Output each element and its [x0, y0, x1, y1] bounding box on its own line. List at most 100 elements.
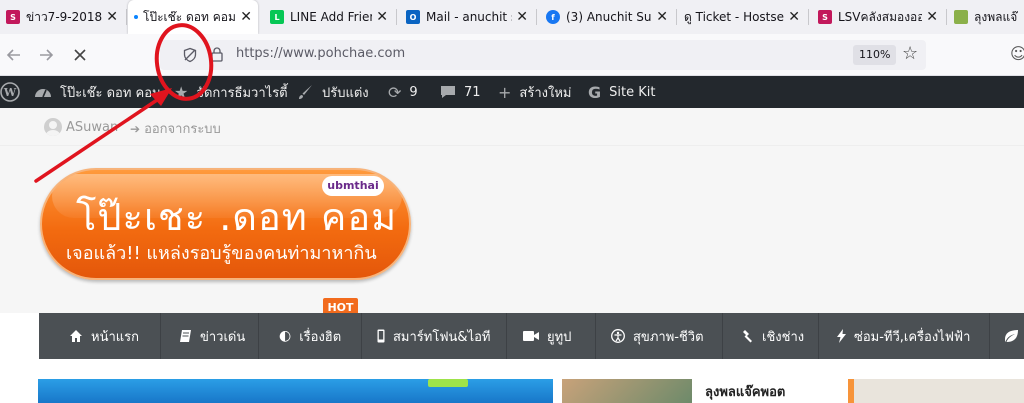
tab-pohchae[interactable]: โป๊ะเช๊ะ ดอท คอม ✕: [128, 0, 258, 34]
stop-icon[interactable]: [68, 43, 92, 67]
url-text[interactable]: https://www.pohchae.com: [236, 46, 405, 61]
url-bar[interactable]: https://www.pohchae.com 110% ☆: [160, 40, 926, 70]
tab-lsv[interactable]: S LSVคลังสมองออน ✕: [812, 0, 944, 34]
menu-item-hot[interactable]: ◐ เรื่องฮิต: [279, 313, 341, 359]
adminbar-new[interactable]: + สร้างใหม่: [498, 76, 571, 108]
adminbar-customize[interactable]: ปรับแต่ง: [298, 76, 369, 108]
logout-link[interactable]: ➔ ออกจากระบบ: [130, 118, 221, 139]
logo-badge: ubmthai: [322, 176, 384, 196]
close-icon[interactable]: ✕: [240, 9, 252, 25]
tab-news[interactable]: S ข่าว7-9-2018 ✕: [0, 0, 124, 34]
menu-label: สุขภาพ-ชีวิต: [633, 329, 704, 345]
post-thumbnail[interactable]: [848, 379, 1024, 403]
tab-title: ข่าว7-9-2018: [26, 9, 103, 24]
ls-icon: S: [6, 10, 20, 24]
close-icon[interactable]: ✕: [376, 9, 388, 25]
tab-lungpon[interactable]: ลุงพลแจ๊คพ: [948, 0, 1024, 34]
close-icon[interactable]: ✕: [516, 9, 528, 25]
menu-item-craft[interactable]: เชิงช่าง: [739, 313, 804, 359]
tab-title: LINE Add Friend: [290, 10, 372, 24]
adminbar-site-name[interactable]: โป๊ะเช๊ะ ดอท คอม: [34, 76, 161, 108]
google-g-icon: G: [588, 82, 602, 102]
zoom-level-button[interactable]: 110%: [853, 45, 897, 65]
adminbar-comments[interactable]: 71: [440, 76, 481, 108]
tab-divider: [126, 9, 127, 25]
user-row: ASuwan ➔ ออกจากระบบ: [0, 108, 1024, 146]
tab-divider: [676, 9, 677, 25]
content-preview: ลุงพลแจ๊คพอต: [0, 359, 1024, 403]
menu-item-repair[interactable]: ซ่อม-ทีวี,เครื่องไฟฟ้า: [837, 313, 970, 359]
comments-count: 71: [464, 84, 481, 100]
facebook-icon: f: [546, 10, 560, 24]
user-profile-link[interactable]: ASuwan: [44, 118, 118, 136]
adminbar-customizer[interactable]: ★ จัดการธีมวาไรตี้: [174, 76, 288, 108]
tab-title: ลุงพลแจ๊คพ: [974, 9, 1018, 24]
post-thumbnail[interactable]: [562, 379, 692, 403]
accessibility-icon: [611, 329, 625, 343]
menu-item-home[interactable]: หน้าแรก: [69, 313, 139, 359]
updates-count: 9: [409, 84, 418, 100]
customizer-label: จัดการธีมวาไรตี้: [196, 85, 288, 101]
tab-divider: [536, 9, 537, 25]
menu-label: หน้าแรก: [91, 329, 139, 345]
close-icon[interactable]: ✕: [656, 9, 668, 25]
half-circle-icon: ◐: [279, 328, 292, 344]
logo-tagline: เจอแล้ว!! แหล่งรอบรู้ของคนท่ามาหากิน: [66, 243, 377, 264]
tab-title: (3) Anuchit Suw: [566, 10, 653, 24]
adminbar-updates[interactable]: ⟳ 9: [388, 76, 418, 108]
navigation-bar: https://www.pohchae.com 110% ☆ ☺: [0, 34, 1024, 76]
logout-icon: ➔: [130, 121, 141, 136]
menu-label: เรื่องฮิต: [299, 329, 342, 345]
bookmark-star-icon[interactable]: ☆: [902, 43, 918, 64]
tab-facebook[interactable]: f (3) Anuchit Suw ✕: [540, 0, 674, 34]
brush-icon: [298, 84, 314, 100]
wp-admin-bar: W โป๊ะเช๊ะ ดอท คอม ★ จัดการธีมวาไรตี้ ปร…: [0, 76, 1024, 108]
menu-item-leaf[interactable]: [1003, 313, 1024, 359]
tracking-protection-shield-icon[interactable]: [182, 47, 198, 67]
post-title-link[interactable]: ลุงพลแจ๊คพอต: [705, 381, 785, 402]
new-label: สร้างใหม่: [519, 85, 572, 101]
hammer-icon: [739, 329, 754, 344]
tab-divider: [808, 9, 809, 25]
tab-line[interactable]: L LINE Add Friend ✕: [264, 0, 394, 34]
site-header: โป๊ะเชะ .ดอท คอม เจอแล้ว!! แหล่งรอบรู้ขอ…: [0, 146, 1024, 313]
tab-mail[interactable]: O Mail - anuchit su ✕: [400, 0, 534, 34]
avatar: [44, 118, 62, 136]
tab-title: Mail - anuchit su: [426, 10, 512, 24]
leaf-icon: [1003, 329, 1019, 343]
video-icon: [523, 330, 539, 342]
plus-icon: +: [498, 82, 512, 102]
menu-item-news[interactable]: ข่าวเด่น: [179, 313, 245, 359]
username: ASuwan: [66, 119, 119, 135]
adminbar-sitekit[interactable]: G Site Kit: [588, 76, 655, 108]
tab-ticket[interactable]: ดู Ticket - Hostseven ✕: [678, 0, 806, 34]
extensions-icon[interactable]: ☺: [1010, 44, 1024, 63]
tab-title: LSVคลังสมองออน: [838, 9, 923, 24]
menu-divider: [818, 313, 819, 359]
browser-window: S ข่าว7-9-2018 ✕ โป๊ะเช๊ะ ดอท คอม ✕ L LI…: [0, 0, 1024, 403]
menu-item-smartphone[interactable]: สมาร์ทโฟน&ไอที: [377, 313, 490, 359]
book-icon: [179, 329, 192, 343]
svg-text:W: W: [3, 86, 17, 99]
main-menu: หน้าแรก ข่าวเด่น ◐ เรื่องฮิต สมาร์ทโฟน&ไ…: [39, 313, 1024, 359]
close-icon[interactable]: ✕: [926, 9, 938, 25]
featured-post-image[interactable]: [38, 379, 553, 403]
close-icon[interactable]: ✕: [788, 9, 800, 25]
site-logo[interactable]: โป๊ะเชะ .ดอท คอม เจอแล้ว!! แหล่งรอบรู้ขอ…: [40, 168, 411, 280]
wordpress-logo-icon[interactable]: W: [0, 76, 20, 108]
menu-label: ข่าวเด่น: [200, 329, 246, 345]
back-arrow-icon[interactable]: [2, 43, 26, 67]
refresh-icon: ⟳: [388, 82, 402, 102]
ls-icon: S: [818, 10, 832, 24]
page-icon: [954, 10, 968, 24]
dashboard-gauge-icon: [34, 84, 52, 100]
forward-arrow-icon[interactable]: [34, 43, 58, 67]
close-icon[interactable]: ✕: [106, 9, 118, 25]
menu-item-youtube[interactable]: ยูทูป: [523, 313, 571, 359]
menu-label: ยูทูป: [547, 329, 572, 345]
menu-item-health[interactable]: สุขภาพ-ชีวิต: [611, 313, 704, 359]
line-icon: L: [270, 10, 284, 24]
star-icon: ★: [174, 82, 189, 102]
menu-divider: [361, 313, 362, 359]
lock-icon[interactable]: [210, 46, 224, 66]
